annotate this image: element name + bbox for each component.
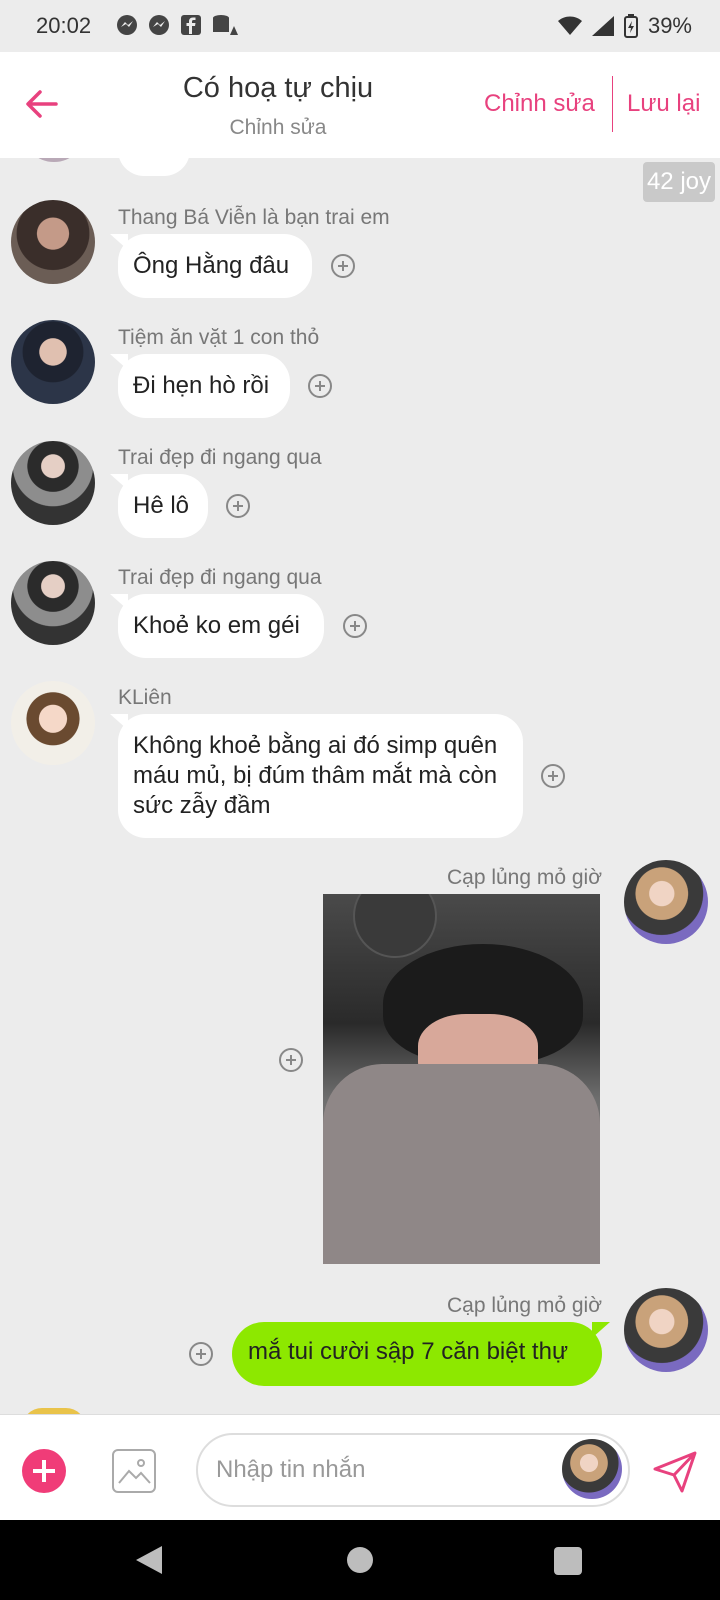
facebook-icon (180, 14, 202, 36)
message-bubble[interactable]: Không khoẻ bằng ai đó simp quên máu mủ, … (110, 714, 523, 838)
header-divider (612, 76, 613, 132)
send-icon (653, 1451, 697, 1493)
avatar[interactable] (11, 561, 95, 645)
sender-name: Trai đẹp đi ngang qua (118, 566, 322, 589)
signal-icon (591, 16, 614, 36)
battery-charging-icon (623, 14, 638, 38)
messenger-icon (116, 14, 138, 36)
page-title: Có hoạ tự chịu (182, 72, 374, 104)
avatar[interactable] (11, 200, 95, 284)
avatar[interactable] (11, 681, 95, 765)
message-bubble[interactable]: Hê lô (110, 474, 208, 538)
avatar (22, 158, 86, 162)
sender-name: Trai đẹp đi ngang qua (118, 446, 322, 469)
add-reaction-icon[interactable] (279, 1048, 303, 1072)
add-reaction-icon[interactable] (226, 494, 250, 518)
avatar[interactable] (11, 320, 95, 404)
avatar[interactable] (624, 860, 708, 944)
notification-icons (116, 14, 238, 36)
message-bubble[interactable]: Khoẻ ko em géi (110, 594, 324, 658)
page-subtitle: Chỉnh sửa (229, 116, 327, 139)
avatar[interactable] (624, 1288, 708, 1372)
shared-photo[interactable] (323, 894, 600, 1264)
nav-back-button[interactable] (136, 1546, 162, 1574)
chat-header: Có hoạ tự chịu Chỉnh sửa Chỉnh sửa Lưu l… (0, 52, 720, 158)
add-reaction-icon[interactable] (343, 614, 367, 638)
send-button[interactable] (652, 1449, 698, 1495)
battery-percent: 39% (647, 13, 692, 38)
edit-button[interactable]: Chỉnh sửa (484, 90, 595, 118)
sender-name: Cạp lủng mỏ giờ (446, 866, 602, 889)
composer: Nhập tin nhắn (0, 1414, 720, 1521)
add-reaction-icon[interactable] (331, 254, 355, 278)
save-button[interactable]: Lưu lại (627, 90, 700, 118)
status-time: 20:02 (36, 13, 92, 38)
sender-name: KLiên (118, 686, 172, 709)
nav-recents-button[interactable] (554, 1547, 582, 1575)
database-alert-icon (212, 14, 238, 36)
message-bubble[interactable]: mắ tui cười sập 7 căn biệt thự (232, 1322, 610, 1386)
avatar[interactable] (11, 441, 95, 525)
sender-name: Tiệm ăn vặt 1 con thỏ (118, 326, 320, 349)
image-icon[interactable] (112, 1449, 156, 1493)
sender-name: Cạp lủng mỏ giờ (446, 1294, 602, 1317)
wifi-icon (557, 16, 582, 35)
message-list[interactable]: 42 joy Thang Bá Viễn là bạn trai em Ông … (0, 158, 720, 1414)
add-reaction-icon[interactable] (308, 374, 332, 398)
add-reaction-icon[interactable] (541, 764, 565, 788)
message-bubble[interactable]: Đi hẹn hò rồi (110, 354, 290, 418)
add-reaction-icon[interactable] (189, 1342, 213, 1366)
message-bubble-partial (118, 158, 190, 176)
joy-badge: 42 joy (642, 162, 715, 202)
sender-name: Thang Bá Viễn là bạn trai em (118, 206, 390, 229)
messenger-icon (148, 14, 170, 36)
message-bubble[interactable]: Ông Hằng đâu (110, 234, 312, 298)
identity-avatar[interactable] (562, 1439, 622, 1499)
add-button[interactable] (22, 1449, 66, 1493)
system-nav-bar (0, 1520, 720, 1600)
system-status: 39% (557, 13, 692, 39)
nav-home-button[interactable] (347, 1547, 373, 1573)
status-bar: 20:02 39% (0, 0, 720, 52)
